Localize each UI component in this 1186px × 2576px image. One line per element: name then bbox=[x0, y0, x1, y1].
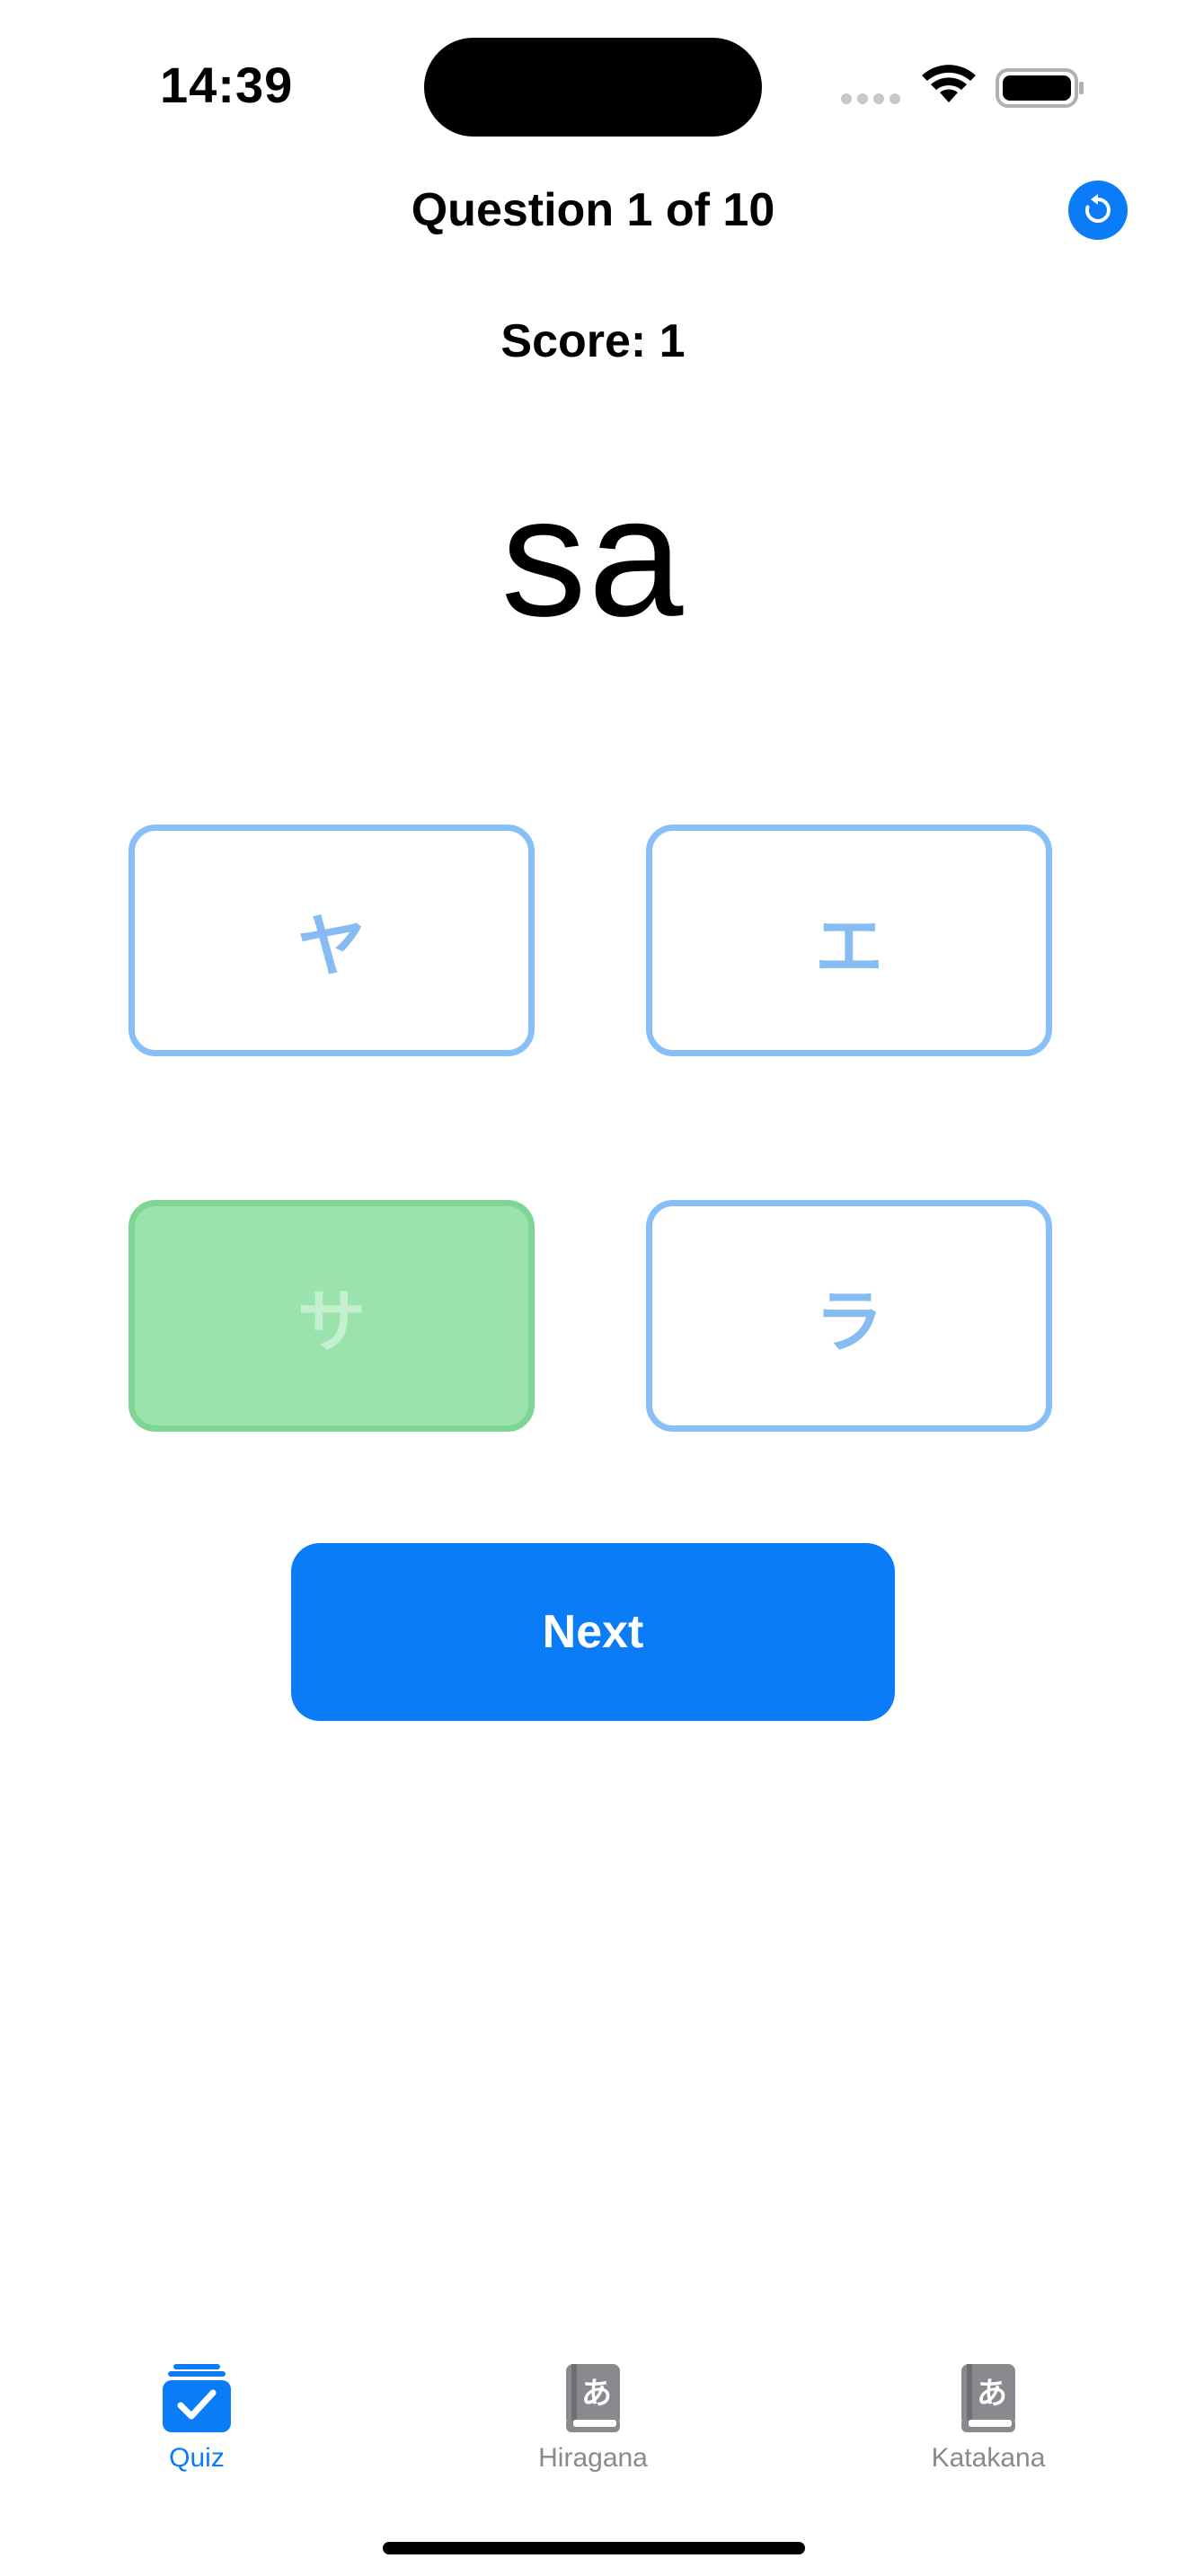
romaji-prompt: sa bbox=[500, 462, 686, 652]
answer-button-2[interactable]: エ bbox=[646, 825, 1052, 1056]
status-icons bbox=[841, 65, 1084, 111]
book-a-icon: あ bbox=[557, 2362, 629, 2434]
arrow-counterclockwise-icon bbox=[1085, 194, 1111, 223]
reset-button[interactable] bbox=[1068, 181, 1128, 240]
svg-text:あ: あ bbox=[977, 2376, 1007, 2412]
tab-hiragana[interactable]: あ Hiragana bbox=[485, 2362, 701, 2497]
book-a-icon: あ bbox=[952, 2362, 1024, 2434]
svg-text:あ: あ bbox=[581, 2376, 612, 2412]
tab-hiragana-label: Hiragana bbox=[538, 2443, 648, 2473]
tab-quiz[interactable]: Quiz bbox=[89, 2362, 305, 2497]
tab-katakana[interactable]: あ Katakana bbox=[881, 2362, 1096, 2497]
home-indicator bbox=[383, 2542, 805, 2554]
quiz-checkbox-stack-icon bbox=[161, 2362, 233, 2434]
tab-quiz-label: Quiz bbox=[169, 2443, 225, 2473]
signal-icon bbox=[841, 65, 1084, 108]
answer-button-3-correct[interactable]: サ bbox=[128, 1200, 535, 1432]
dynamic-island bbox=[424, 38, 762, 137]
next-button[interactable]: Next bbox=[291, 1543, 895, 1721]
answer-button-1[interactable]: ヤ bbox=[128, 825, 535, 1056]
tab-katakana-label: Katakana bbox=[931, 2443, 1046, 2473]
answer-button-4[interactable]: ラ bbox=[646, 1200, 1052, 1432]
question-title: Question 1 of 10 bbox=[411, 184, 775, 236]
status-time: 14:39 bbox=[160, 57, 294, 113]
score-label: Score: 1 bbox=[500, 315, 686, 367]
